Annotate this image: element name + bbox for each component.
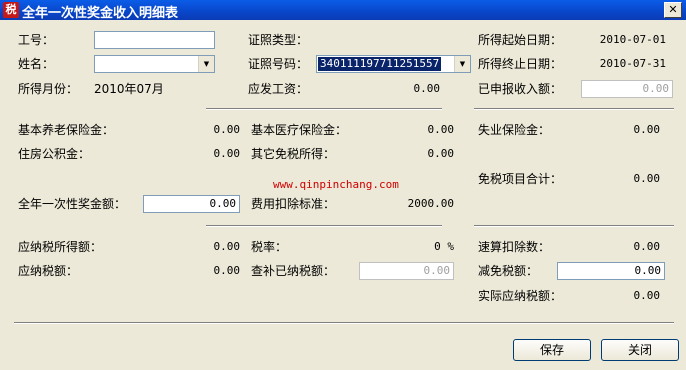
housing-fund-label: 住房公积金： bbox=[18, 147, 91, 161]
save-button[interactable]: 保存 bbox=[513, 339, 591, 361]
exempt-total-value: 0.00 bbox=[633, 172, 661, 185]
declared-income-input[interactable]: 0.00 bbox=[581, 80, 673, 98]
declared-income-label: 已申报收入额： bbox=[478, 82, 563, 96]
unemployment-insurance-label: 失业保险金： bbox=[478, 123, 551, 137]
id-number-value: 340111197711251557 bbox=[318, 57, 442, 71]
quick-deduction-value: 0.00 bbox=[633, 240, 661, 253]
employee-id-input[interactable] bbox=[94, 31, 215, 49]
housing-fund-value: 0.00 bbox=[213, 147, 241, 160]
close-button[interactable]: 关闭 bbox=[601, 339, 679, 361]
actual-tax-payable-value: 0.00 bbox=[633, 289, 661, 302]
tax-rate-label: 税率： bbox=[251, 240, 288, 254]
income-start-date-label: 所得起始日期： bbox=[478, 33, 563, 47]
other-exempt-income-label: 其它免税所得： bbox=[251, 147, 336, 161]
gross-salary-label: 应发工资： bbox=[248, 82, 309, 96]
divider-middle-right bbox=[474, 225, 674, 227]
pension-insurance-label: 基本养老保险金： bbox=[18, 123, 115, 137]
divider-top bbox=[206, 108, 442, 110]
tax-app-icon: 税 bbox=[3, 2, 19, 18]
id-number-combobox[interactable]: 340111197711251557 ▼ bbox=[316, 55, 471, 73]
unemployment-insurance-value: 0.00 bbox=[633, 123, 661, 136]
id-number-label: 证照号码： bbox=[248, 57, 309, 71]
window-title: 全年一次性奖金收入明细表 bbox=[22, 6, 179, 21]
tax-reduction-label: 减免税额： bbox=[478, 264, 539, 278]
actual-tax-payable-label: 实际应纳税额： bbox=[478, 289, 563, 303]
gross-salary-value: 0.00 bbox=[413, 82, 441, 95]
divider-top-right bbox=[474, 108, 674, 110]
chevron-down-icon[interactable]: ▼ bbox=[454, 56, 470, 72]
income-month-label: 所得月份： bbox=[18, 82, 79, 96]
annual-bonus-input[interactable]: 0.00 bbox=[143, 195, 240, 213]
deduction-standard-value: 2000.00 bbox=[407, 197, 454, 210]
deduction-standard-label: 费用扣除标准： bbox=[251, 197, 336, 211]
quick-deduction-label: 速算扣除数： bbox=[478, 240, 551, 254]
tax-rate-value: 0 % bbox=[434, 240, 454, 253]
income-end-date-label: 所得终止日期： bbox=[478, 57, 563, 71]
supplementary-tax-paid-input[interactable]: 0.00 bbox=[359, 262, 454, 280]
income-start-date-value: 2010-07-01 bbox=[599, 33, 666, 46]
tax-payable-value: 0.00 bbox=[213, 264, 241, 277]
taxable-income-label: 应纳税所得额： bbox=[18, 240, 103, 254]
annual-bonus-label: 全年一次性奖金额： bbox=[18, 197, 127, 211]
employee-id-label: 工号： bbox=[18, 33, 55, 47]
watermark-text: www.qinpinchang.com bbox=[273, 178, 399, 191]
other-exempt-income-value: 0.00 bbox=[427, 147, 455, 160]
medical-insurance-label: 基本医疗保险金： bbox=[251, 123, 348, 137]
tax-reduction-input[interactable]: 0.00 bbox=[557, 262, 665, 280]
dialog-window: 税 全年一次性奖金收入明细表 ✕ 工号： 证照类型： 所得起始日期： 2010-… bbox=[0, 0, 686, 370]
close-window-button[interactable]: ✕ bbox=[664, 2, 682, 18]
title-bar: 税 全年一次性奖金收入明细表 ✕ bbox=[0, 0, 686, 21]
chevron-down-icon[interactable]: ▼ bbox=[198, 56, 214, 72]
pension-insurance-value: 0.00 bbox=[213, 123, 241, 136]
divider-bottom bbox=[14, 322, 674, 324]
tax-payable-label: 应纳税额： bbox=[18, 264, 79, 278]
medical-insurance-value: 0.00 bbox=[427, 123, 455, 136]
taxable-income-value: 0.00 bbox=[213, 240, 241, 253]
name-combobox[interactable]: ▼ bbox=[94, 55, 215, 73]
divider-middle bbox=[206, 225, 442, 227]
income-month-value: 2010年07月 bbox=[94, 82, 164, 96]
income-end-date-value: 2010-07-31 bbox=[599, 57, 666, 70]
exempt-total-label: 免税项目合计： bbox=[478, 172, 563, 186]
name-label: 姓名： bbox=[18, 57, 55, 71]
supplementary-tax-paid-label: 查补已纳税额： bbox=[251, 264, 336, 278]
id-type-label: 证照类型： bbox=[248, 33, 309, 47]
